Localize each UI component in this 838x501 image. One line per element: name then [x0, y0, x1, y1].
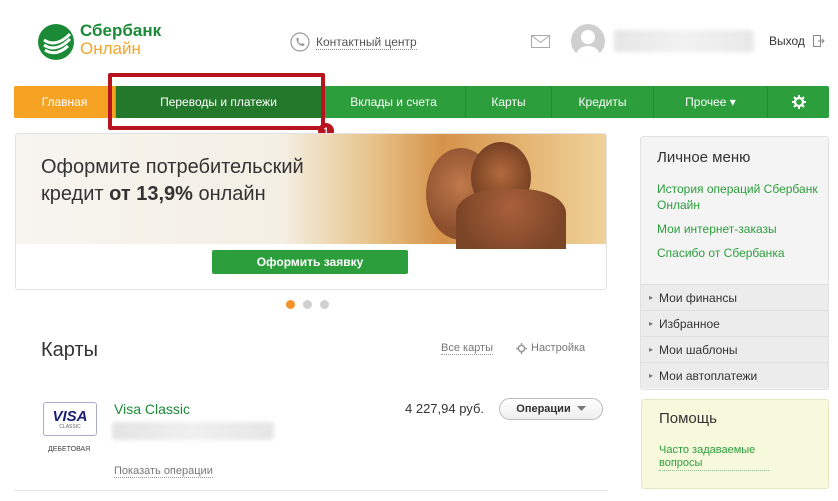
- logout-icon: [812, 35, 825, 47]
- help-title: Помощь: [659, 410, 717, 427]
- personal-menu: Личное меню История операций Сбербанк Он…: [640, 136, 829, 390]
- nav-home[interactable]: Главная: [14, 86, 116, 118]
- help-box: Помощь Часто задаваемые вопросы: [641, 399, 829, 489]
- gear-icon: [516, 342, 527, 354]
- promo-banner: Оформите потребительский кредит от 13,9%…: [15, 133, 607, 290]
- phone-icon: [290, 32, 310, 52]
- pagination-dot-1[interactable]: [286, 300, 295, 309]
- logout-link[interactable]: Выход: [769, 34, 825, 48]
- card-balance: 4 227,94 руб.: [405, 401, 485, 416]
- personal-menu-title: Личное меню: [657, 149, 751, 166]
- nav-credits[interactable]: Кредиты: [552, 86, 654, 118]
- sberbank-logo-icon: [38, 24, 74, 60]
- operations-dropdown-button[interactable]: Операции: [499, 398, 603, 420]
- chevron-right-icon: ▸: [649, 371, 654, 380]
- avatar[interactable]: [571, 24, 605, 58]
- faq-link[interactable]: Часто задаваемые вопросы: [659, 444, 769, 471]
- nav-deposits-accounts[interactable]: Вклады и счета: [322, 86, 466, 118]
- logo-text-line2: Онлайн: [80, 39, 141, 58]
- contact-center-label: Контактный центр: [316, 34, 417, 50]
- pagination-dot-2[interactable]: [303, 300, 312, 309]
- chevron-down-icon: [576, 406, 586, 411]
- logo-text-line1: Сбербанк: [80, 21, 162, 40]
- chevron-right-icon: ▸: [649, 345, 654, 354]
- card-type-label: ДЕБЕТОВАЯ: [48, 446, 91, 453]
- gear-icon: [791, 95, 806, 109]
- nav-cards[interactable]: Карты: [466, 86, 552, 118]
- cards-section-title: Карты: [41, 339, 98, 361]
- chevron-right-icon: ▸: [649, 293, 654, 302]
- history-link[interactable]: История операций Сбербанк Онлайн: [657, 181, 822, 213]
- sidebar-item-autopayments[interactable]: ▸ Мои автоплатежи: [641, 362, 828, 388]
- sidebar-item-favorites[interactable]: ▸ Избранное: [641, 310, 828, 336]
- card-number-blurred: [112, 422, 274, 440]
- annotation-highlight-box: [108, 73, 325, 130]
- user-name-blurred: [614, 30, 754, 52]
- internet-orders-link[interactable]: Мои интернет-заказы: [657, 221, 822, 237]
- nav-settings[interactable]: [768, 86, 829, 118]
- sidebar-item-finances[interactable]: ▸ Мои финансы: [641, 284, 828, 310]
- visa-card-logo: VISA CLASSIC: [43, 402, 97, 436]
- card-name-link[interactable]: Visa Classic: [114, 401, 190, 417]
- cards-settings-link[interactable]: Настройка: [516, 342, 585, 354]
- divider: [14, 490, 608, 491]
- pagination-dot-3[interactable]: [320, 300, 329, 309]
- all-cards-link[interactable]: Все карты: [441, 342, 494, 355]
- apply-button[interactable]: Оформить заявку: [212, 250, 408, 274]
- show-operations-link[interactable]: Показать операции: [114, 465, 213, 478]
- mail-icon[interactable]: [531, 35, 550, 48]
- spasibo-link[interactable]: Спасибо от Сбербанка: [657, 245, 822, 261]
- sberbank-logo[interactable]: Сбербанк Онлайн: [36, 22, 166, 62]
- sidebar-item-templates[interactable]: ▸ Мои шаблоны: [641, 336, 828, 362]
- chevron-right-icon: ▸: [649, 319, 654, 328]
- nav-other-dropdown[interactable]: Прочее ▾: [654, 86, 768, 118]
- contact-center-link[interactable]: Контактный центр: [290, 32, 417, 52]
- logout-label: Выход: [769, 34, 805, 48]
- banner-pagination: [286, 300, 329, 309]
- banner-title: Оформите потребительский кредит от 13,9%…: [41, 156, 304, 205]
